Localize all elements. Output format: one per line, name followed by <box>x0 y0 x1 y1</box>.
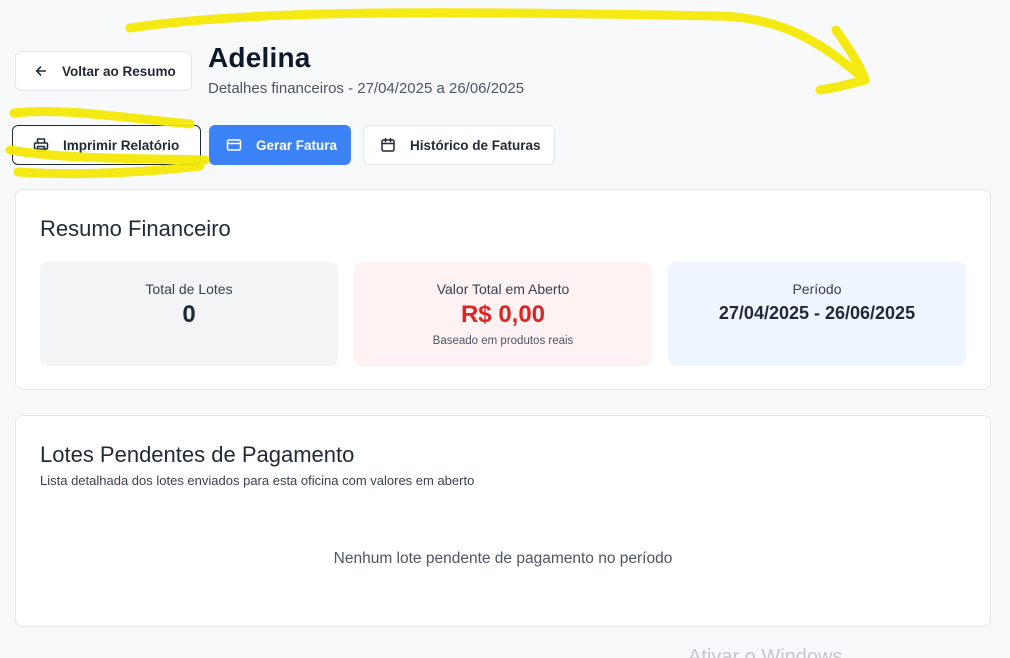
arrow-left-icon <box>35 66 47 76</box>
finance-detail-page: Voltar ao Resumo Adelina Detalhes financ… <box>0 0 1010 658</box>
invoice-button-label: Gerar Fatura <box>256 137 338 153</box>
history-button-label: Histórico de Faturas <box>410 137 541 153</box>
page-title: Adelina <box>208 42 311 73</box>
credit-card-icon <box>226 139 242 151</box>
stat-value: 0 <box>182 301 196 328</box>
summary-title: Resumo Financeiro <box>40 216 231 241</box>
pending-lots-description: Lista detalhada dos lotes enviados para … <box>40 473 475 488</box>
empty-state-message: Nenhum lote pendente de pagamento no per… <box>333 550 673 567</box>
stat-value: R$ 0,00 <box>460 301 546 328</box>
printer-icon <box>33 138 49 152</box>
pending-lots-title: Lotes Pendentes de Pagamento <box>40 442 355 467</box>
stat-label: Valor Total em Aberto <box>436 281 570 297</box>
print-report-button[interactable]: Imprimir Relatório <box>12 125 201 165</box>
period-stat: Período 27/04/2025 - 26/06/2025 <box>668 262 966 366</box>
stat-label: Total de Lotes <box>145 281 233 297</box>
back-to-summary-button[interactable]: Voltar ao Resumo <box>15 51 192 91</box>
print-button-label: Imprimir Relatório <box>63 137 180 153</box>
financial-summary-card: Resumo Financeiro Total de Lotes 0 Valor… <box>15 189 991 390</box>
invoice-history-button[interactable]: Histórico de Faturas <box>363 125 555 165</box>
calendar-icon <box>381 137 395 152</box>
total-lots-stat: Total de Lotes 0 <box>40 262 338 366</box>
generate-invoice-button[interactable]: Gerar Fatura <box>209 125 351 165</box>
windows-activation-watermark: Ativar o Windows <box>688 646 843 658</box>
stat-label: Período <box>792 281 842 297</box>
stat-note: Baseado em produtos reais <box>432 335 574 347</box>
stat-value: 27/04/2025 - 26/06/2025 <box>718 303 916 323</box>
pending-lots-card: Lotes Pendentes de Pagamento Lista detal… <box>15 415 991 627</box>
page-subtitle: Detalhes financeiros - 27/04/2025 a 26/0… <box>208 80 525 97</box>
open-amount-stat: Valor Total em Aberto R$ 0,00 Baseado em… <box>354 262 652 366</box>
back-button-label: Voltar ao Resumo <box>62 63 176 79</box>
